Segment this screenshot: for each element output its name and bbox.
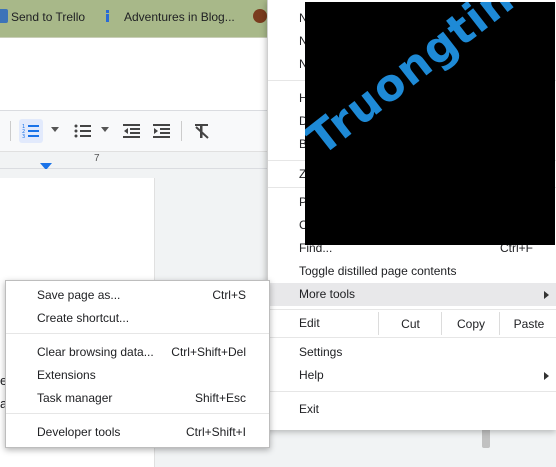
task-manager-shortcut: Shift+Esc (194, 391, 246, 405)
submenu-item-extensions[interactable]: Extensions (6, 364, 269, 387)
menu-item-edit: Edit Cut Copy Paste (268, 312, 556, 335)
help-label: Help (299, 368, 324, 382)
menu-separator (6, 413, 269, 414)
task-manager-label: Task manager (37, 391, 113, 405)
menu-item-help[interactable]: Help (268, 364, 556, 387)
settings-label: Settings (299, 345, 343, 359)
ruler-number: 7 (94, 153, 100, 164)
toggle-distilled-label: Toggle distilled page contents (299, 264, 457, 278)
submenu-item-developer-tools[interactable]: Developer tools Ctrl+Shift+I (6, 421, 269, 444)
watermark-text: Truongtin.top (305, 2, 555, 166)
bulleted-list-dropdown-icon[interactable] (101, 127, 109, 132)
bulleted-list-icon[interactable] (71, 119, 95, 143)
menu-separator (268, 391, 556, 392)
clear-browsing-label: Clear browsing data... (37, 345, 154, 359)
bookmark-send-to-trello[interactable]: Send to Trello (11, 10, 85, 24)
decrease-indent-icon[interactable] (120, 119, 144, 143)
more-tools-submenu: Save page as... Ctrl+S Create shortcut..… (5, 280, 270, 448)
submenu-item-save-page[interactable]: Save page as... Ctrl+S (6, 284, 269, 307)
numbered-list-icon[interactable]: 123 (19, 119, 43, 143)
exit-label: Exit (299, 402, 320, 416)
copy-button[interactable]: Copy (441, 312, 500, 335)
menu-item-toggle-distilled[interactable]: Toggle distilled page contents (268, 260, 556, 283)
bookmark-favicon-icon (253, 9, 267, 23)
clear-browsing-shortcut: Ctrl+Shift+Del (171, 345, 246, 359)
chevron-right-icon (544, 291, 549, 299)
more-tools-label: More tools (299, 287, 356, 301)
submenu-item-create-shortcut[interactable]: Create shortcut... (6, 307, 269, 330)
increase-indent-icon[interactable] (150, 119, 174, 143)
edit-label: Edit (299, 316, 320, 330)
developer-tools-shortcut: Ctrl+Shift+I (185, 425, 246, 439)
menu-separator (6, 333, 269, 334)
chevron-right-icon (544, 372, 549, 380)
toolbar-divider (181, 121, 182, 141)
numbered-list-dropdown-icon[interactable] (51, 127, 59, 132)
create-shortcut-label: Create shortcut... (37, 311, 130, 325)
menu-item-exit[interactable]: Exit (268, 398, 556, 421)
bookmark-adventures-in-blog[interactable]: Adventures in Blog... (124, 10, 235, 24)
menu-item-settings[interactable]: Settings (268, 341, 556, 364)
menu-item-more-tools[interactable]: More tools (268, 283, 556, 306)
cut-button[interactable]: Cut (378, 312, 442, 335)
svg-text:3: 3 (22, 134, 25, 139)
watermark: Truongtin.top (305, 2, 555, 245)
save-page-label: Save page as... (37, 288, 121, 302)
menu-separator (268, 337, 556, 338)
clear-formatting-icon[interactable] (190, 119, 214, 143)
save-page-shortcut: Ctrl+S (212, 288, 246, 302)
menu-separator (268, 309, 556, 310)
toolbar-divider (10, 121, 11, 141)
submenu-item-task-manager[interactable]: Task manager Shift+Esc (6, 387, 269, 410)
developer-tools-label: Developer tools (37, 425, 121, 439)
info-icon (106, 10, 109, 22)
submenu-item-clear-browsing-data[interactable]: Clear browsing data... Ctrl+Shift+Del (6, 341, 269, 364)
extensions-label: Extensions (37, 368, 96, 382)
paste-button[interactable]: Paste (499, 312, 556, 335)
